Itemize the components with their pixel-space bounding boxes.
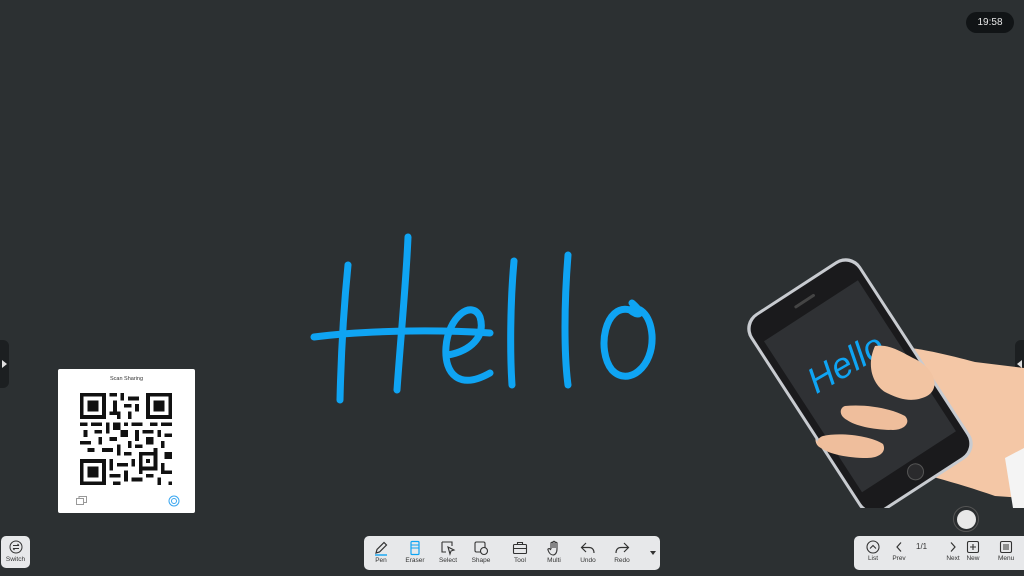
next-page-button[interactable]: Next bbox=[946, 538, 960, 568]
tool-label: Undo bbox=[580, 557, 596, 564]
menu-button[interactable]: Menu bbox=[998, 538, 1014, 568]
tool-multi[interactable]: Multi bbox=[538, 538, 570, 568]
tool-redo[interactable]: Redo bbox=[606, 538, 638, 568]
new-label: New bbox=[966, 555, 980, 562]
qr-panel-title: Scan Sharing bbox=[109, 376, 144, 382]
prev-page-button[interactable]: Prev bbox=[892, 538, 906, 568]
list-label: List bbox=[867, 555, 879, 562]
tool-select[interactable]: Select bbox=[432, 538, 464, 568]
switch-icon bbox=[9, 540, 22, 554]
tool-label: Select bbox=[438, 557, 458, 564]
tool-label: Shape bbox=[471, 557, 491, 564]
next-label: Next bbox=[946, 555, 960, 562]
chevron-up-circle-icon bbox=[866, 540, 880, 554]
copy-link-icon[interactable] bbox=[76, 496, 87, 505]
list-button[interactable]: List bbox=[866, 538, 880, 568]
switch-label: Switch bbox=[5, 556, 26, 564]
main-toolbar: Pen Eraser Select Shape Tool Multi Undo … bbox=[364, 536, 660, 570]
new-page-button[interactable]: New bbox=[966, 538, 980, 568]
phone-in-hand-illustration: Hello bbox=[747, 258, 1024, 508]
tool-label: Tool bbox=[514, 557, 526, 564]
chevron-left-icon bbox=[896, 542, 902, 552]
record-button[interactable] bbox=[953, 506, 979, 532]
tool-shape[interactable]: Shape bbox=[465, 538, 497, 568]
clock: 19:58 bbox=[966, 12, 1014, 33]
qr-code-image bbox=[80, 393, 172, 485]
tool-label: Pen bbox=[375, 557, 387, 564]
menu-label: Menu bbox=[998, 555, 1015, 562]
record-dot-icon bbox=[956, 509, 976, 529]
pen-icon bbox=[375, 541, 388, 556]
add-page-icon bbox=[966, 540, 980, 554]
expand-right-icon bbox=[2, 360, 7, 368]
tool-label: Redo bbox=[614, 557, 630, 564]
hand-icon bbox=[547, 540, 558, 556]
undo-icon bbox=[580, 542, 595, 554]
chevron-right-icon bbox=[950, 542, 956, 552]
tool-label: Eraser bbox=[405, 557, 425, 564]
page-navigator: List Prev 1/1 Next New Menu bbox=[854, 536, 1024, 570]
toolbar-more-arrow[interactable] bbox=[650, 551, 656, 555]
tool-pen[interactable]: Pen bbox=[365, 538, 397, 568]
left-side-panel-toggle[interactable] bbox=[0, 340, 9, 388]
toolbox-icon bbox=[512, 541, 528, 555]
refresh-share-icon[interactable] bbox=[168, 495, 180, 507]
whiteboard-handwriting[interactable] bbox=[300, 225, 670, 410]
redo-icon bbox=[615, 542, 630, 554]
page-indicator: 1/1 bbox=[916, 542, 928, 551]
tool-toolbox[interactable]: Tool bbox=[504, 538, 536, 568]
shape-icon bbox=[474, 541, 489, 556]
eraser-icon bbox=[410, 540, 420, 556]
qr-sharing-panel: Scan Sharing bbox=[58, 369, 195, 513]
select-icon bbox=[441, 541, 456, 556]
prev-label: Prev bbox=[892, 555, 906, 562]
tool-label: Multi bbox=[547, 557, 561, 564]
tool-undo[interactable]: Undo bbox=[572, 538, 604, 568]
tool-eraser[interactable]: Eraser bbox=[399, 538, 431, 568]
menu-icon bbox=[1000, 540, 1013, 554]
switch-button[interactable]: Switch bbox=[1, 536, 30, 568]
